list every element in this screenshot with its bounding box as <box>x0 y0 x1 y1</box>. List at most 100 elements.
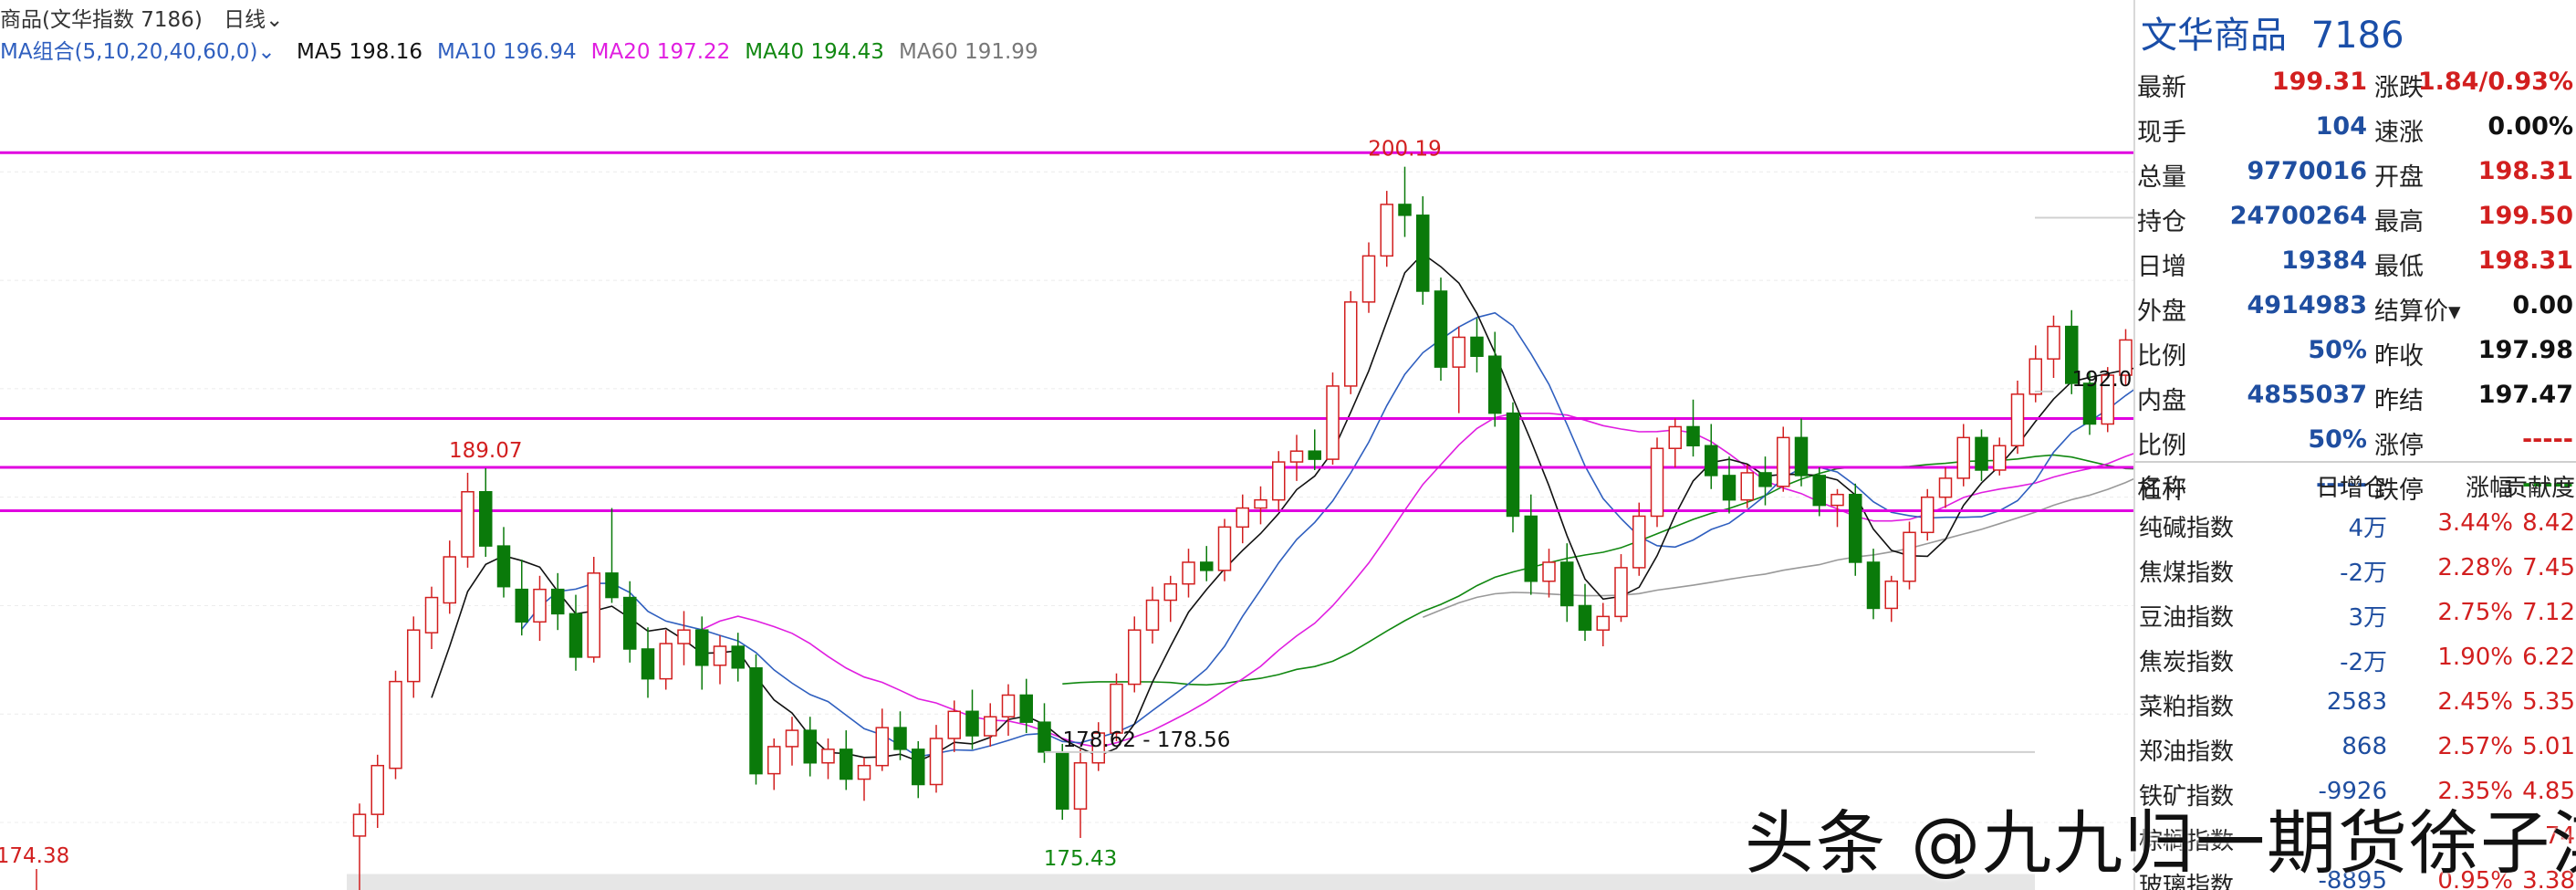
candle[interactable] <box>1289 435 1304 481</box>
candle[interactable] <box>1236 494 1249 544</box>
candle[interactable] <box>1001 684 1016 737</box>
candle[interactable] <box>1398 166 1412 237</box>
candle[interactable] <box>370 754 384 828</box>
candle[interactable] <box>1163 575 1177 623</box>
candle[interactable] <box>641 627 655 698</box>
candle[interactable] <box>713 635 727 685</box>
candle[interactable] <box>875 708 889 771</box>
candle[interactable] <box>1794 418 1809 487</box>
col-contrib[interactable]: 贡献度 <box>2491 469 2575 503</box>
candle[interactable] <box>749 654 763 785</box>
candle[interactable] <box>767 738 781 791</box>
candle[interactable] <box>1488 331 1502 427</box>
candle[interactable] <box>1254 486 1267 525</box>
candle-body <box>1777 436 1790 487</box>
candle[interactable] <box>803 717 817 777</box>
candle[interactable] <box>1470 318 1484 373</box>
candle[interactable] <box>389 670 402 780</box>
candle[interactable] <box>965 689 979 749</box>
candle[interactable] <box>2047 315 2060 379</box>
candle[interactable] <box>785 717 799 766</box>
candle[interactable] <box>1361 242 1376 313</box>
candle[interactable] <box>1921 488 1935 541</box>
candle[interactable] <box>1380 191 1393 267</box>
candle[interactable] <box>1578 583 1592 642</box>
candle[interactable] <box>1019 678 1033 734</box>
kline-chart-area[interactable]: 178.62 - 178.56192.02 - 191.77198.31 - 1… <box>0 0 2133 890</box>
candle[interactable] <box>1452 326 1465 414</box>
candle[interactable] <box>533 575 547 642</box>
candle[interactable] <box>857 757 871 801</box>
candle[interactable] <box>1866 549 1881 620</box>
candle[interactable] <box>2028 345 2042 403</box>
candle[interactable] <box>677 611 691 665</box>
period-selector[interactable]: 日线⌄ <box>224 2 283 33</box>
candle[interactable] <box>1182 549 1195 598</box>
candle[interactable] <box>605 508 619 603</box>
table-row[interactable]: 豆油指数 3万 2.75% 7.12 <box>2135 593 2576 633</box>
candle[interactable] <box>1686 399 1700 457</box>
candle[interactable] <box>1849 483 1862 576</box>
candle[interactable] <box>1956 424 1970 487</box>
candle-body <box>352 813 367 837</box>
candle[interactable] <box>1668 418 1682 468</box>
candle[interactable] <box>443 540 456 614</box>
candle[interactable] <box>1884 575 1898 623</box>
candle[interactable] <box>551 572 565 631</box>
candle-body <box>623 596 637 650</box>
candle[interactable] <box>1128 616 1142 693</box>
candle-body <box>1217 526 1232 571</box>
candle[interactable] <box>1344 290 1358 394</box>
candle[interactable] <box>1145 586 1160 644</box>
candle[interactable] <box>1705 424 1718 489</box>
ma-group-selector[interactable]: MA组合(5,10,20,40,60,0)⌄ <box>0 34 276 65</box>
candle[interactable] <box>1560 543 1574 623</box>
col-change[interactable]: 日增仓 <box>2272 469 2387 503</box>
candle[interactable] <box>1326 372 1340 466</box>
candle[interactable] <box>2010 380 2025 455</box>
candle[interactable] <box>1073 749 1088 838</box>
candle[interactable] <box>893 711 907 760</box>
candle[interactable] <box>1993 437 2007 476</box>
candle[interactable] <box>1506 402 1520 533</box>
candle[interactable] <box>407 616 421 698</box>
candle[interactable] <box>1975 429 1988 481</box>
candle[interactable] <box>587 557 600 663</box>
candle[interactable] <box>929 725 944 793</box>
candle[interactable] <box>623 581 637 663</box>
candle[interactable] <box>840 730 853 791</box>
candle[interactable] <box>1056 743 1069 821</box>
table-row[interactable]: 焦炭指数 -2万 1.90% 6.22 <box>2135 638 2576 678</box>
candle[interactable] <box>1434 277 1448 381</box>
candle[interactable] <box>1903 521 1916 590</box>
table-row[interactable]: 焦煤指数 -2万 2.28% 7.45 <box>2135 549 2576 589</box>
candle[interactable] <box>568 594 583 671</box>
candle[interactable] <box>1308 429 1321 470</box>
candle[interactable] <box>1542 549 1556 598</box>
table-row[interactable]: 菜粕指数 2583 2.45% 5.35 <box>2135 683 2576 723</box>
candle[interactable] <box>1416 196 1430 305</box>
candle[interactable] <box>1217 518 1232 581</box>
candle[interactable] <box>479 467 493 558</box>
candle[interactable] <box>659 630 673 690</box>
candle[interactable] <box>1272 451 1286 511</box>
candle[interactable] <box>1938 467 1953 508</box>
candle[interactable] <box>496 527 511 598</box>
candlestick-chart[interactable]: 178.62 - 178.56192.02 - 191.77198.31 - 1… <box>0 0 2133 890</box>
candle[interactable] <box>461 472 475 568</box>
candle[interactable] <box>984 703 997 747</box>
candle[interactable] <box>1650 437 1664 528</box>
table-row[interactable]: 郑油指数 868 2.57% 5.01 <box>2135 728 2576 768</box>
candle[interactable] <box>424 586 439 649</box>
candle[interactable] <box>821 738 835 780</box>
candle[interactable] <box>1038 703 1051 763</box>
candle[interactable] <box>1200 546 1214 581</box>
table-row[interactable]: 纯碱指数 4万 3.44% 8.42 <box>2135 504 2576 544</box>
candle[interactable] <box>1614 554 1628 623</box>
candle[interactable] <box>912 740 925 799</box>
candle[interactable] <box>1596 602 1610 647</box>
candle[interactable] <box>1722 456 1736 514</box>
col-name[interactable]: 名称 <box>2139 469 2186 503</box>
candle[interactable] <box>1632 502 1646 576</box>
candle[interactable] <box>1777 426 1790 492</box>
